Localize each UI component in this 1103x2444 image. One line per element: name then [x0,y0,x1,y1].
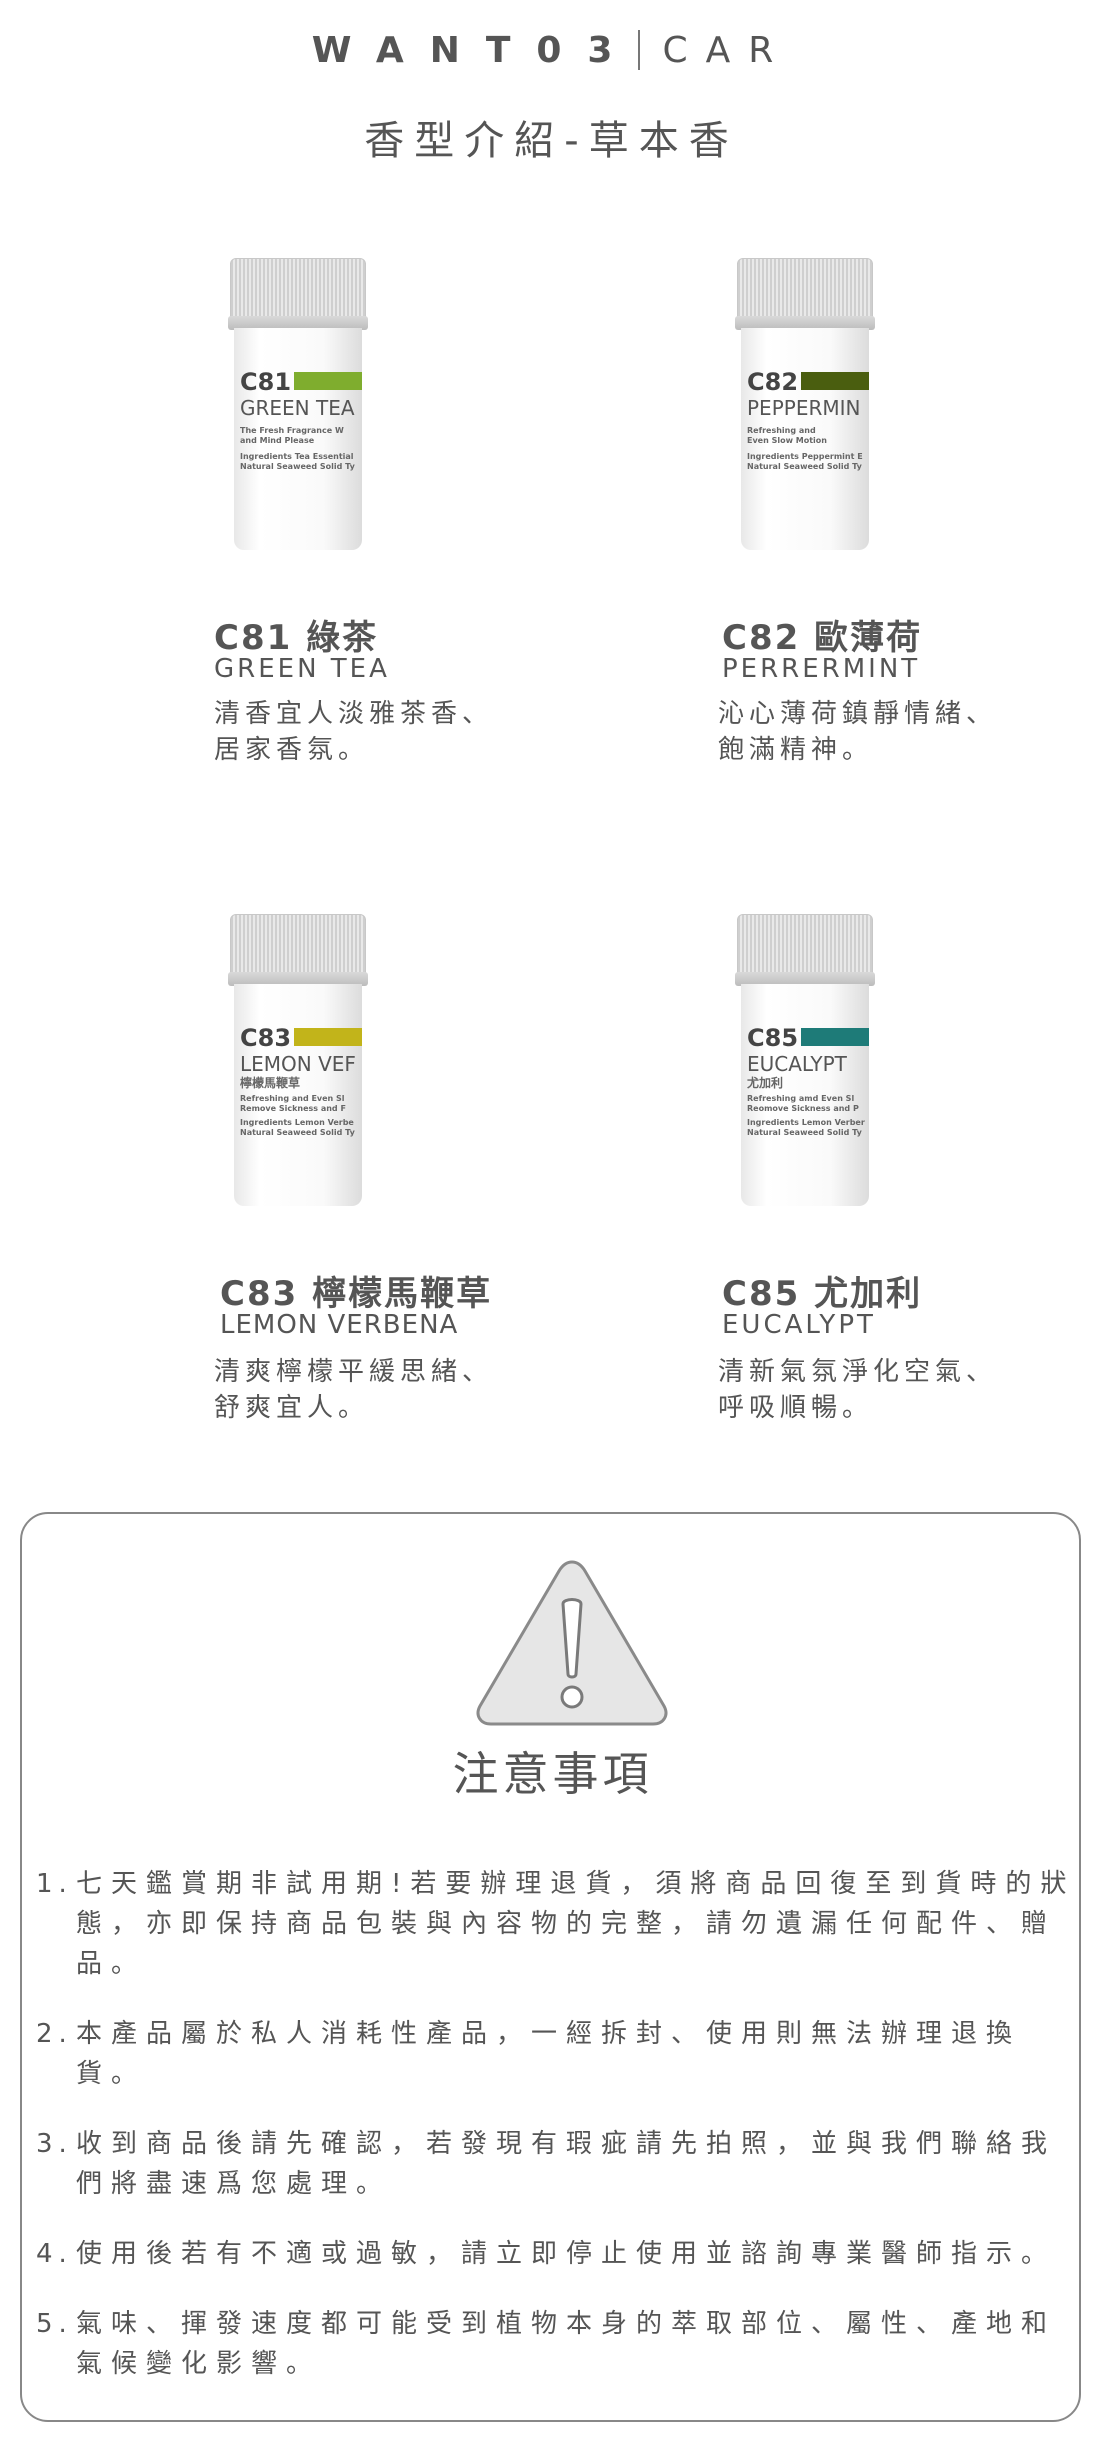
product-english-name: LEMON VERBENA [220,1310,459,1340]
label-name: LEMON VEF [240,1052,356,1076]
notice-item: 1. 七天鑑賞期非試用期!若要辦理退貨，須將商品回復至到貨時的狀態，亦即保持商品包… [36,1864,1076,1984]
label-code: C82 [747,368,799,396]
product-english-name: GREEN TEA [214,654,390,684]
product-description-line1: 清新氣氛淨化空氣、 [718,1357,998,1387]
product-description-line2: 舒爽宜人。 [214,1393,370,1423]
product-title: C82 歐薄荷 [722,618,923,658]
bottle-label: C83 LEMON VEF 檸檬馬鞭草 Refreshing and Even … [234,984,362,1206]
product-english-name: EUCALYPT [722,1310,876,1340]
notice-box: 注意事項 1. 七天鑑賞期非試用期!若要辦理退貨，須將商品回復至到貨時的狀態，亦即… [20,1512,1081,2422]
brand-header: WANT03 CAR [0,30,1103,71]
notice-list: 1. 七天鑑賞期非試用期!若要辦理退貨，須將商品回復至到貨時的狀態，亦即保持商品包… [36,1864,1076,2414]
label-ingredients2: Natural Seaweed Solid Ty [240,462,355,471]
product-bottle-image: C83 LEMON VEF 檸檬馬鞭草 Refreshing and Even … [228,914,368,1206]
notice-item: 3. 收到商品後請先確認，若發現有瑕疵請先拍照，並與我們聯絡我們將盡速爲您處理。 [36,2124,1076,2204]
label-sub1: The Fresh Fragrance W [240,426,344,435]
label-ingredients1: Ingredients Lemon Verbe [240,1118,354,1127]
label-color-bar [801,372,869,390]
product-description-line1: 清爽檸檬平緩思緒、 [214,1357,494,1387]
label-color-bar [294,1028,362,1046]
product-title: C83 檸檬馬鞭草 [220,1274,493,1314]
product-description-line1: 沁心薄荷鎮靜情緒、 [718,699,998,729]
product-bottle-image: C82 PEPPERMIN Refreshing and Even Slow M… [735,258,875,550]
page-subtitle: 香型介紹-草本香 [364,118,739,164]
product-bottle-image: C81 GREEN TEA The Fresh Fragrance W and … [228,258,368,550]
label-sub1: Refreshing amd Even Sl [747,1094,855,1103]
product-description-line1: 清香宜人淡雅茶香、 [214,699,494,729]
label-color-bar [801,1028,869,1046]
label-sub1: Refreshing and Even Sl [240,1094,345,1103]
product-title: C81 綠茶 [214,618,379,658]
product-description-line2: 居家香氛。 [214,735,370,765]
label-name: EUCALYPT [747,1052,847,1076]
label-code: C83 [240,1024,292,1052]
notice-item-number: 2. [36,2019,73,2049]
label-name: GREEN TEA [240,396,355,420]
label-sub2: Even Slow Motion [747,436,827,445]
label-sub2: and Mind Please [240,436,315,445]
notice-item: 5. 氣味、揮發速度都可能受到植物本身的萃取部位、屬性、產地和氣候變化影響。 [36,2304,1076,2384]
label-ingredients2: Natural Seaweed Solid Ty [747,1128,862,1137]
notice-item-text: 七天鑑賞期非試用期!若要辦理退貨，須將商品回復至到貨時的狀態，亦即保持商品包裝與… [76,1869,1076,1979]
product-bottle-image: C85 EUCALYPT 尤加利 Refreshing amd Even Sl … [735,914,875,1206]
product-title: C85 尤加利 [722,1274,923,1314]
label-ingredients2: Natural Seaweed Solid Ty [240,1128,355,1137]
bottle-label: C81 GREEN TEA The Fresh Fragrance W and … [234,328,362,550]
label-ingredients1: Ingredients Peppermint E [747,452,863,461]
notice-item-text: 收到商品後請先確認，若發現有瑕疵請先拍照，並與我們聯絡我們將盡速爲您處理。 [76,2129,1057,2199]
notice-item: 4. 使用後若有不適或過敏，請立即停止使用並諮詢專業醫師指示。 [36,2234,1076,2274]
warning-triangle-icon [476,1560,668,1726]
label-ingredients2: Natural Seaweed Solid Ty [747,462,862,471]
label-ingredients1: Ingredients Tea Essential [240,452,354,461]
product-description-line2: 呼吸順暢。 [718,1393,874,1423]
label-name: PEPPERMIN [747,396,861,420]
label-ingredients1: Ingredients Lemon Verber [747,1118,865,1127]
notice-item-number: 3. [36,2129,73,2159]
notice-item-text: 氣味、揮發速度都可能受到植物本身的萃取部位、屬性、產地和氣候變化影響。 [76,2309,1057,2379]
bottle-label: C85 EUCALYPT 尤加利 Refreshing amd Even Sl … [741,984,869,1206]
label-sub1: Refreshing and [747,426,816,435]
label-color-bar [294,372,362,390]
notice-item: 2. 本產品屬於私人消耗性產品，一經拆封、使用則無法辦理退換貨。 [36,2014,1076,2094]
notice-item-text: 本產品屬於私人消耗性產品，一經拆封、使用則無法辦理退換貨。 [76,2019,1022,2089]
notice-item-number: 5. [36,2309,73,2339]
brand-name: WANT03 [311,30,639,71]
product-description-line2: 飽滿精神。 [718,735,874,765]
notice-title: 注意事項 [452,1747,653,1801]
bottle-label: C82 PEPPERMIN Refreshing and Even Slow M… [741,328,869,550]
product-english-name: PERRERMINT [722,654,921,684]
label-chinese-name: 尤加利 [747,1076,784,1090]
notice-item-text: 使用後若有不適或過敏，請立即停止使用並諮詢專業醫師指示。 [76,2239,1057,2269]
notice-item-number: 1. [36,1869,73,1899]
label-sub2: Reomove Sickness and P [747,1104,859,1113]
notice-item-number: 4. [36,2239,73,2269]
label-code: C85 [747,1024,799,1052]
brand-divider [638,30,641,70]
label-code: C81 [240,368,292,396]
label-sub2: Remove Sickness and F [240,1104,346,1113]
label-chinese-name: 檸檬馬鞭草 [240,1076,301,1090]
brand-category: CAR [662,30,792,71]
